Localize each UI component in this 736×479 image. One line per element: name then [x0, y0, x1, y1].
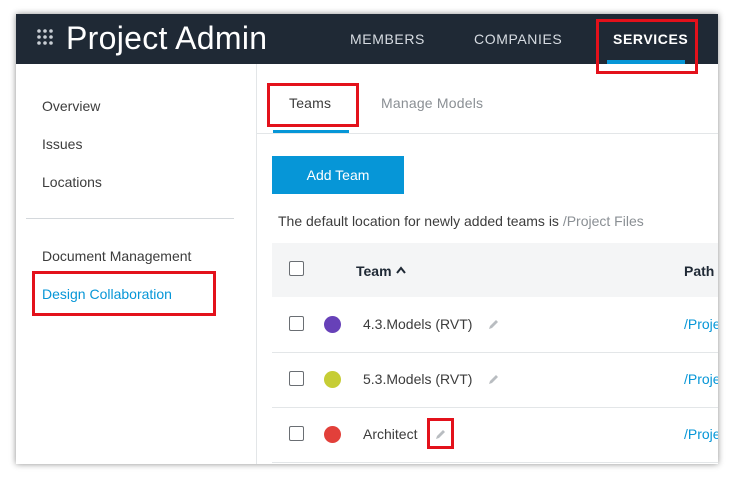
- add-team-button[interactable]: Add Team: [272, 156, 404, 194]
- nav-companies[interactable]: COMPANIES: [474, 31, 562, 47]
- table-header: Team Path: [272, 243, 718, 297]
- team-name: Architect: [363, 426, 418, 442]
- team-color-dot: [324, 371, 341, 388]
- sidebar-item-overview[interactable]: Overview: [42, 98, 100, 114]
- team-path-link[interactable]: /Proje: [684, 371, 718, 387]
- column-header-path[interactable]: Path: [684, 263, 714, 279]
- team-path-link[interactable]: /Proje: [684, 316, 718, 332]
- default-location-path: /Project Files: [562, 213, 644, 229]
- sidebar-item-locations[interactable]: Locations: [42, 174, 102, 190]
- row-checkbox[interactable]: [289, 316, 304, 331]
- team-path-link[interactable]: /Proje: [684, 426, 718, 442]
- column-header-team[interactable]: Team: [356, 263, 392, 279]
- sidebar-item-issues[interactable]: Issues: [42, 136, 82, 152]
- table-row[interactable]: 4.3.Models (RVT) /Proje: [272, 298, 718, 353]
- default-location-label: The default location for newly added tea…: [278, 213, 559, 229]
- app-window: Project Admin MEMBERS COMPANIES SERVICES…: [16, 14, 718, 464]
- sidebar-item-document-management[interactable]: Document Management: [42, 248, 191, 264]
- table-row[interactable]: 5.3.Models (RVT) /Proje: [272, 353, 718, 408]
- nav-members[interactable]: MEMBERS: [350, 31, 425, 47]
- highlight-services: [596, 19, 698, 74]
- tab-divider: [257, 133, 718, 134]
- pencil-icon[interactable]: [487, 318, 500, 331]
- grid-menu-icon[interactable]: [36, 28, 54, 46]
- team-color-dot: [324, 426, 341, 443]
- select-all-checkbox[interactable]: [289, 261, 304, 276]
- highlight-teams-tab: [267, 83, 359, 127]
- team-name: 5.3.Models (RVT): [363, 371, 473, 387]
- tab-manage-models[interactable]: Manage Models: [381, 95, 483, 111]
- sidebar-divider: [26, 218, 234, 219]
- sort-ascending-icon[interactable]: [396, 266, 406, 274]
- row-checkbox[interactable]: [289, 426, 304, 441]
- highlight-edit-pencil: [427, 418, 454, 449]
- app-title: Project Admin: [66, 20, 268, 56]
- default-location-text: The default location for newly added tea…: [278, 213, 644, 229]
- pencil-icon[interactable]: [487, 373, 500, 386]
- row-checkbox[interactable]: [289, 371, 304, 386]
- sidebar: Overview Issues Locations Document Manag…: [16, 64, 257, 464]
- team-name: 4.3.Models (RVT): [363, 316, 473, 332]
- team-color-dot: [324, 316, 341, 333]
- table-row[interactable]: Architect /Proje: [272, 408, 718, 463]
- highlight-design-collaboration: [32, 271, 216, 316]
